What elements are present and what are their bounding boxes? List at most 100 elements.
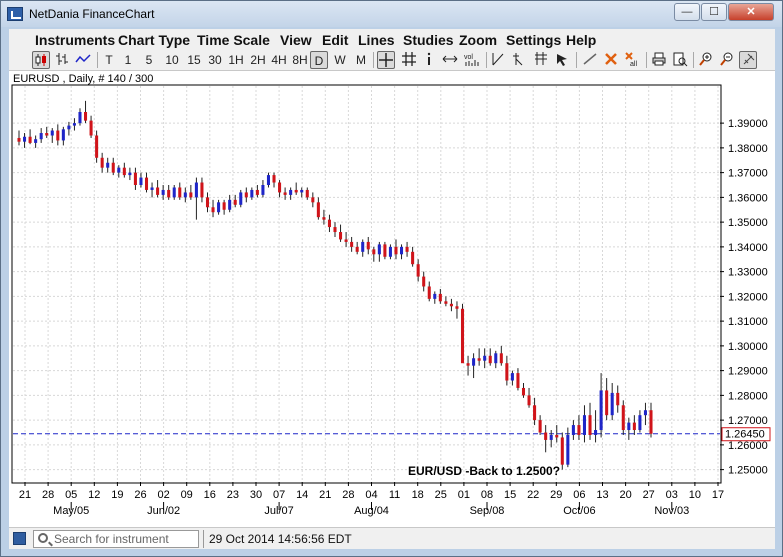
- menu-help[interactable]: Help: [566, 32, 596, 48]
- candle: [355, 241, 359, 255]
- candle: [560, 432, 564, 470]
- chart-panel[interactable]: EURUSD , Daily, # 140 / 300 1.39000 1.380…: [9, 71, 775, 527]
- candle: [200, 177, 204, 203]
- grid-icon[interactable]: [400, 51, 418, 69]
- candle: [350, 236, 354, 252]
- search-input[interactable]: [54, 532, 194, 546]
- timescale-tick[interactable]: T: [102, 51, 116, 69]
- candle-body: [322, 217, 326, 220]
- menu-bar: Instruments Chart Type Time Scale View E…: [9, 29, 775, 49]
- timescale-2h[interactable]: 2H: [249, 51, 267, 69]
- fibonacci-icon[interactable]: [511, 51, 529, 69]
- x-axis: 21 28 05 12 19 26 02 09 16 23 30 07 14 21 28 04 11 18 25 01…: [19, 482, 724, 517]
- instrument-list-icon[interactable]: [13, 532, 26, 545]
- candle: [244, 187, 248, 203]
- menu-chart-type[interactable]: Chart Type: [118, 32, 190, 48]
- minimize-button[interactable]: —: [674, 3, 700, 21]
- menu-lines[interactable]: Lines: [358, 32, 395, 48]
- info-icon[interactable]: [422, 51, 436, 69]
- candle-body: [39, 133, 43, 140]
- timescale-8h[interactable]: 8H: [291, 51, 309, 69]
- candle-body: [350, 241, 354, 247]
- candle-body: [649, 410, 653, 434]
- candle: [483, 348, 487, 369]
- candle: [283, 187, 287, 200]
- price-chart[interactable]: EURUSD , Daily, # 140 / 300 1.39000 1.380…: [9, 71, 775, 527]
- candle-body: [494, 353, 498, 364]
- zoom-out-icon[interactable]: [718, 51, 736, 69]
- candlestick-icon[interactable]: [32, 51, 50, 69]
- candle: [405, 241, 409, 257]
- candle: [23, 133, 27, 148]
- candle-body: [533, 405, 537, 421]
- candle-body: [100, 157, 104, 168]
- timescale-1m[interactable]: 1: [121, 51, 135, 69]
- menu-view[interactable]: View: [280, 32, 312, 48]
- delete-icon[interactable]: [602, 51, 620, 69]
- candle: [89, 115, 93, 138]
- candle: [372, 246, 376, 262]
- scroll-icon[interactable]: [441, 51, 459, 69]
- y-tick-label: 1.35000: [728, 217, 768, 229]
- close-button[interactable]: ✕: [728, 3, 774, 21]
- menu-studies[interactable]: Studies: [403, 32, 454, 48]
- timescale-10m[interactable]: 10: [163, 51, 181, 69]
- select-arrow-icon[interactable]: [553, 51, 571, 69]
- timescale-1h[interactable]: 1H: [227, 51, 245, 69]
- candle-body: [571, 425, 575, 435]
- candle: [510, 370, 514, 386]
- timescale-monthly[interactable]: M: [353, 51, 369, 69]
- menu-time-scale[interactable]: Time Scale: [197, 32, 270, 48]
- candle-body: [34, 139, 38, 143]
- candle: [571, 420, 575, 440]
- candle: [577, 415, 581, 440]
- candle-body: [516, 373, 520, 388]
- candle-body: [305, 189, 309, 198]
- candle-body: [427, 286, 431, 299]
- menu-edit[interactable]: Edit: [322, 32, 348, 48]
- candle-body: [194, 182, 198, 198]
- candle: [144, 172, 149, 193]
- draw-line-icon[interactable]: [581, 51, 599, 69]
- month-label: Nov/03: [654, 505, 689, 517]
- current-price-tag: 1.26450: [721, 427, 771, 442]
- candle-body: [156, 187, 160, 195]
- x-tick-label: 07: [273, 489, 285, 501]
- print-preview-icon[interactable]: [671, 51, 689, 69]
- timescale-daily[interactable]: D: [310, 51, 328, 69]
- timescale-15m[interactable]: 15: [185, 51, 203, 69]
- candle: [361, 239, 365, 257]
- candle-body: [455, 306, 459, 309]
- candle-body: [616, 392, 620, 406]
- andrews-fork-icon[interactable]: [532, 51, 550, 69]
- candle-body: [588, 415, 592, 435]
- timescale-30m[interactable]: 30: [206, 51, 224, 69]
- zoom-in-icon[interactable]: [697, 51, 715, 69]
- ohlc-bar-icon[interactable]: [53, 51, 71, 69]
- menu-instruments[interactable]: Instruments: [35, 32, 115, 48]
- candle: [266, 172, 270, 188]
- menu-settings[interactable]: Settings: [506, 32, 561, 48]
- line-chart-icon[interactable]: [74, 51, 92, 69]
- timescale-5m[interactable]: 5: [142, 51, 156, 69]
- search-box[interactable]: [33, 530, 199, 548]
- menu-zoom[interactable]: Zoom: [459, 32, 497, 48]
- candle: [477, 348, 481, 366]
- timescale-weekly[interactable]: W: [332, 51, 348, 69]
- pin-icon[interactable]: [739, 51, 757, 69]
- volume-icon[interactable]: vol: [463, 51, 481, 69]
- x-tick-label: 02: [157, 489, 169, 501]
- candle-body: [122, 167, 126, 176]
- x-tick-label: 28: [42, 489, 54, 501]
- x-tick-label: 17: [712, 489, 724, 501]
- maximize-button[interactable]: ☐: [701, 3, 727, 21]
- candle-body: [233, 199, 237, 205]
- crosshair-icon[interactable]: [377, 51, 395, 69]
- print-icon[interactable]: [650, 51, 668, 69]
- x-tick-label: 12: [88, 489, 100, 501]
- delete-all-icon[interactable]: all: [623, 51, 641, 69]
- trendline-icon[interactable]: [490, 51, 508, 69]
- candle: [527, 387, 531, 408]
- timescale-4h[interactable]: 4H: [270, 51, 288, 69]
- x-tick-label: 27: [643, 489, 655, 501]
